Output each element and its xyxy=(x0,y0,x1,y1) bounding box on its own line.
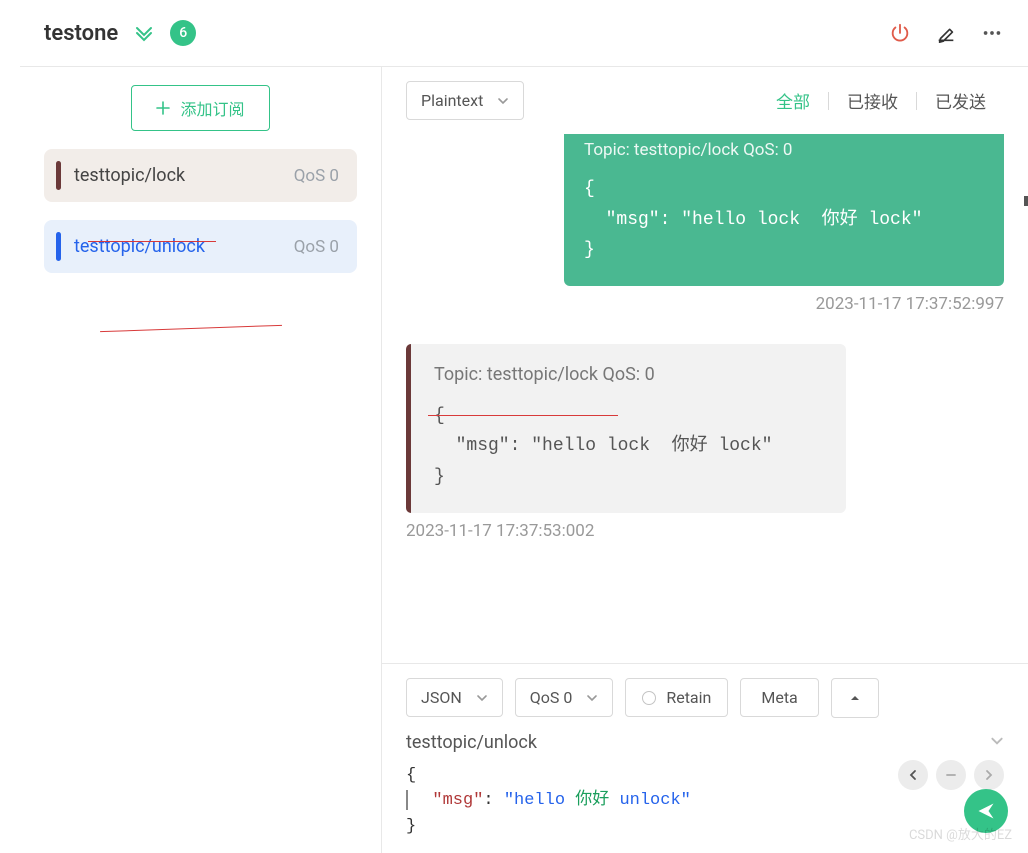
filter-tabs: 全部 已接收 已发送 xyxy=(758,88,1004,113)
message-time: 2023-11-17 17:37:53:002 xyxy=(406,521,1004,541)
text-cursor xyxy=(406,790,408,810)
chevron-down-icon xyxy=(586,692,598,704)
tab-received[interactable]: 已接收 xyxy=(829,88,916,113)
message-count-badge: 6 xyxy=(170,20,196,46)
payload-format-select[interactable]: JSON xyxy=(406,678,503,717)
payload-key: "msg" xyxy=(432,791,483,810)
message-meta: Topic: testtopic/lock QoS: 0 xyxy=(434,364,826,385)
more-icon[interactable] xyxy=(980,21,1004,45)
history-next-button[interactable] xyxy=(974,760,1004,790)
subscription-topic: testtopic/lock xyxy=(68,165,294,186)
messages-toolbar: Plaintext 全部 已接收 已发送 xyxy=(382,67,1028,134)
qos-select[interactable]: QoS 0 xyxy=(515,678,614,717)
meta-label: Meta xyxy=(761,688,797,707)
payload-cn: 你好 xyxy=(575,791,619,810)
payload-format-label: JSON xyxy=(421,688,462,707)
minus-icon xyxy=(944,768,958,782)
retain-toggle[interactable]: Retain xyxy=(625,678,728,717)
payload-str: unlock" xyxy=(619,791,690,810)
publish-topic-value: testtopic/unlock xyxy=(406,732,537,753)
publish-panel: JSON QoS 0 Retain Meta xyxy=(382,664,1028,853)
power-icon[interactable] xyxy=(888,21,912,45)
connection-title: testone xyxy=(44,21,118,46)
header: testone 6 xyxy=(20,0,1028,67)
tab-all[interactable]: 全部 xyxy=(758,88,828,113)
plus-icon xyxy=(156,101,170,115)
history-nav xyxy=(898,760,1004,790)
arrow-right-icon xyxy=(982,768,996,782)
format-select[interactable]: Plaintext xyxy=(406,81,524,120)
radio-icon xyxy=(642,691,656,705)
payload-brace: } xyxy=(406,814,1004,840)
add-subscription-label: 添加订阅 xyxy=(180,96,244,120)
message-time: 2023-11-17 17:37:52:997 xyxy=(406,294,1004,314)
send-button[interactable] xyxy=(964,789,1008,833)
expand-icon[interactable] xyxy=(132,21,156,45)
subscription-item-lock[interactable]: testtopic/lock QoS 0 xyxy=(44,149,357,202)
retain-label: Retain xyxy=(666,688,711,707)
subscriptions-sidebar: 添加订阅 testtopic/lock QoS 0 testtopic/unlo… xyxy=(20,67,382,853)
chevron-down-icon xyxy=(476,692,488,704)
message-body: { "msg": "hello lock 你好 lock" } xyxy=(584,174,984,266)
arrow-left-icon xyxy=(906,768,920,782)
scrollbar-thumb[interactable] xyxy=(1024,196,1028,206)
message-meta: Topic: testtopic/lock QoS: 0 xyxy=(584,140,984,160)
annotation-underline xyxy=(88,240,216,242)
meta-button[interactable]: Meta xyxy=(740,678,818,717)
caret-up-icon xyxy=(849,692,861,704)
received-message: Topic: testtopic/lock QoS: 0 { "msg": "h… xyxy=(406,344,846,513)
subscription-qos: QoS 0 xyxy=(294,166,339,186)
publish-topic-input[interactable]: testtopic/unlock xyxy=(406,732,1004,753)
chevron-down-icon xyxy=(497,95,509,107)
main-panel: Plaintext 全部 已接收 已发送 Topic: testtopic/lo… xyxy=(382,67,1028,853)
messages-list[interactable]: Topic: testtopic/lock QoS: 0 { "msg": "h… xyxy=(382,134,1028,664)
subscription-qos: QoS 0 xyxy=(294,237,339,257)
history-clear-button[interactable] xyxy=(936,760,966,790)
history-prev-button[interactable] xyxy=(898,760,928,790)
subscription-item-unlock[interactable]: testtopic/unlock QoS 0 xyxy=(44,220,357,273)
sent-message: Topic: testtopic/lock QoS: 0 { "msg": "h… xyxy=(564,134,1004,286)
payload-colon: : xyxy=(483,791,503,810)
chevron-down-icon xyxy=(990,732,1004,753)
payload-str: "hello xyxy=(504,791,575,810)
annotation-underline xyxy=(428,414,618,416)
format-label: Plaintext xyxy=(421,91,483,110)
qos-label: QoS 0 xyxy=(530,688,573,707)
collapse-button[interactable] xyxy=(831,678,879,718)
send-icon xyxy=(976,801,996,821)
add-subscription-button[interactable]: 添加订阅 xyxy=(131,85,269,131)
tab-sent[interactable]: 已发送 xyxy=(917,88,1004,113)
edit-icon[interactable] xyxy=(934,21,958,45)
